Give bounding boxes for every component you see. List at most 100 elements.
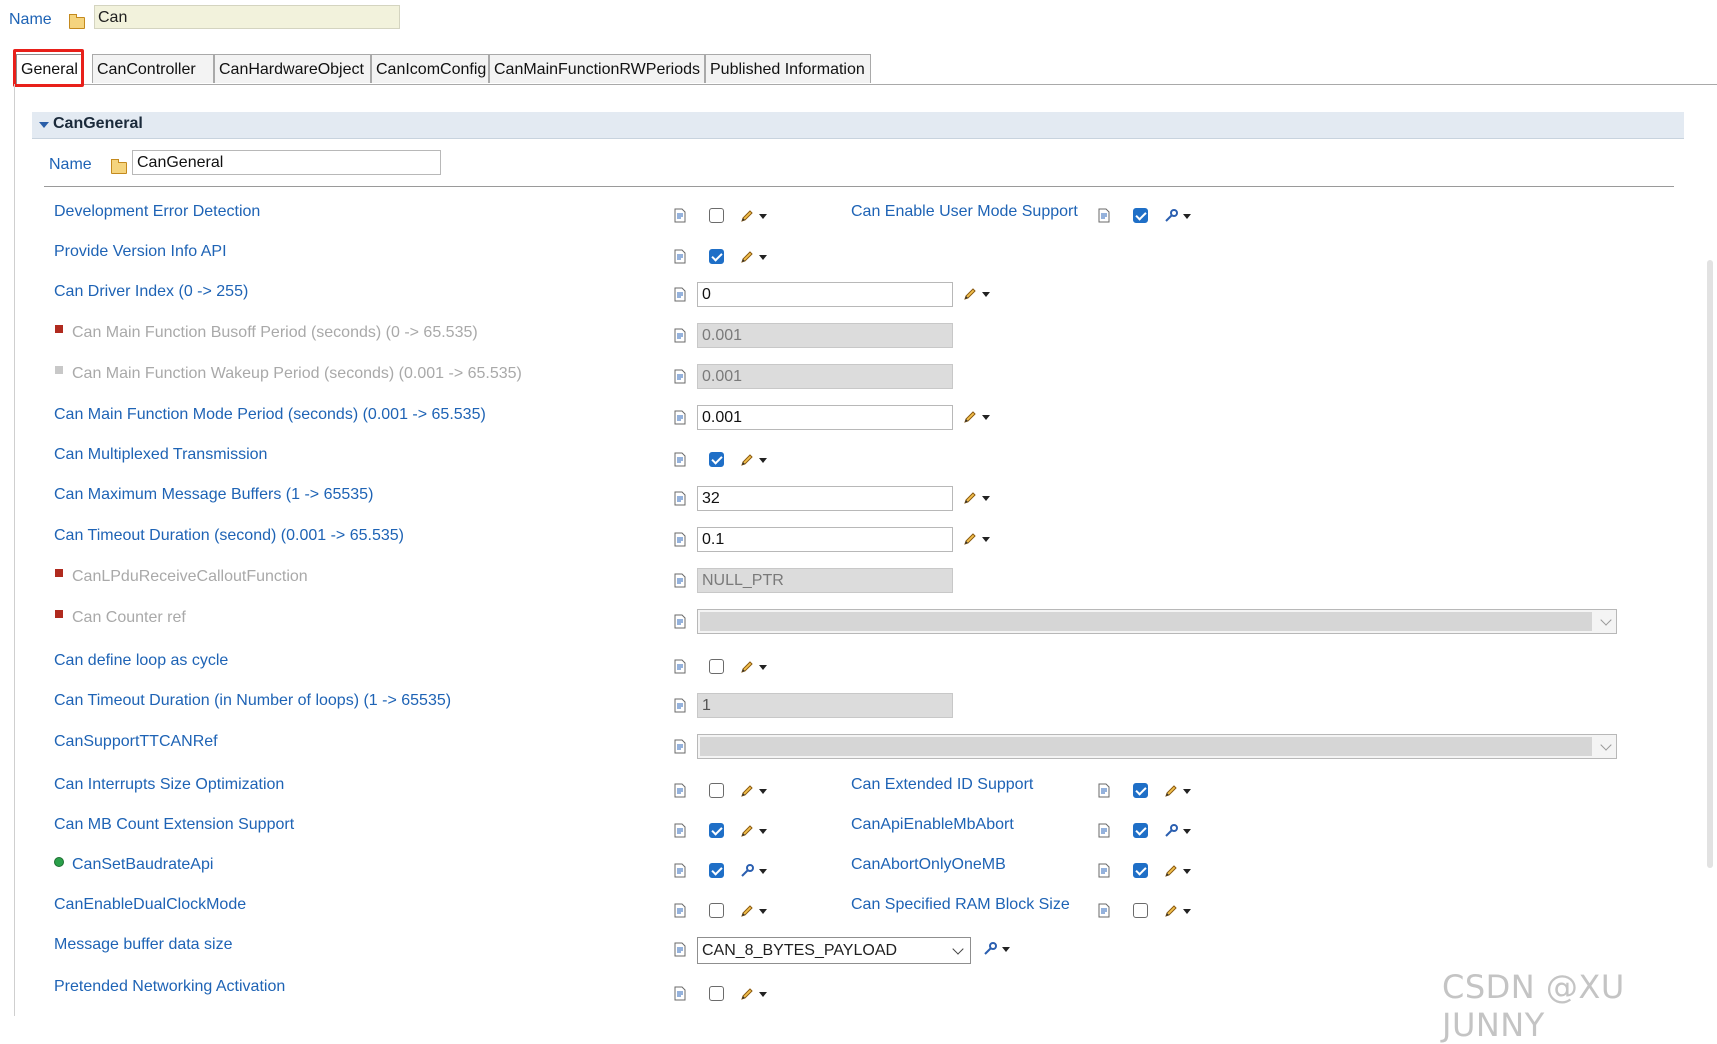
dual-clock-checkbox[interactable] (709, 903, 724, 918)
section-header[interactable] (32, 112, 1684, 139)
driver-index-field[interactable]: 0 (697, 282, 953, 307)
pencil-icon[interactable] (739, 783, 755, 799)
version-info-checkbox[interactable] (709, 249, 724, 264)
top-name-field[interactable]: Can (94, 5, 400, 29)
tab-can-hardware-object[interactable]: CanHardwareObject (214, 54, 371, 83)
dropdown-arrow-icon[interactable] (1183, 829, 1191, 834)
dropdown-arrow-icon[interactable] (1183, 214, 1191, 219)
pencil-icon[interactable] (962, 286, 978, 302)
collapse-triangle-icon[interactable] (39, 122, 49, 128)
pencil-icon[interactable] (739, 986, 755, 1002)
tab-can-controller[interactable]: CanController (92, 54, 214, 83)
tab-published-information[interactable]: Published Information (705, 54, 871, 83)
dropdown-arrow-icon[interactable] (982, 292, 990, 297)
timeout-loops-field[interactable]: 1 (697, 693, 953, 718)
mode-period-field[interactable]: 0.001 (697, 405, 953, 430)
pencil-icon[interactable] (1163, 863, 1179, 879)
document-icon[interactable] (674, 208, 686, 223)
ttcan-ref-combo[interactable] (697, 734, 1617, 759)
document-icon[interactable] (674, 823, 686, 838)
document-icon[interactable] (674, 903, 686, 918)
section-name-field[interactable]: CanGeneral (132, 150, 441, 175)
document-icon[interactable] (674, 614, 686, 629)
document-icon[interactable] (674, 452, 686, 467)
dropdown-arrow-icon[interactable] (759, 255, 767, 260)
dropdown-arrow-icon[interactable] (759, 665, 767, 670)
document-icon[interactable] (674, 532, 686, 547)
max-msg-buffers-field[interactable]: 32 (697, 486, 953, 511)
document-icon[interactable] (674, 659, 686, 674)
pencil-icon[interactable] (962, 490, 978, 506)
configure-icon[interactable] (739, 863, 755, 879)
loop-as-cycle-checkbox[interactable] (709, 659, 724, 674)
dropdown-arrow-icon[interactable] (759, 909, 767, 914)
dropdown-arrow-icon[interactable] (759, 992, 767, 997)
dropdown-arrow-icon[interactable] (759, 829, 767, 834)
pencil-icon[interactable] (1163, 903, 1179, 919)
section-title: CanGeneral (53, 115, 143, 132)
dropdown-arrow-icon[interactable] (1002, 947, 1010, 952)
configure-icon[interactable] (1163, 823, 1179, 839)
vertical-scrollbar[interactable] (1707, 260, 1713, 868)
dropdown-arrow-icon[interactable] (1183, 909, 1191, 914)
document-icon[interactable] (674, 249, 686, 264)
pencil-icon[interactable] (739, 903, 755, 919)
status-ok-icon (54, 857, 64, 867)
document-icon[interactable] (674, 783, 686, 798)
tab-can-icom-config[interactable]: CanIcomConfig (371, 54, 489, 83)
document-icon[interactable] (1098, 863, 1110, 878)
document-icon[interactable] (1098, 783, 1110, 798)
document-icon[interactable] (1098, 903, 1110, 918)
document-icon[interactable] (1098, 823, 1110, 838)
dropdown-arrow-icon[interactable] (982, 496, 990, 501)
configure-icon[interactable] (982, 941, 998, 957)
dev-error-checkbox[interactable] (709, 208, 724, 223)
multiplexed-checkbox[interactable] (709, 452, 724, 467)
dropdown-arrow-icon[interactable] (982, 415, 990, 420)
dropdown-arrow-icon[interactable] (1183, 789, 1191, 794)
extended-id-checkbox[interactable] (1133, 783, 1148, 798)
configure-icon[interactable] (1163, 208, 1179, 224)
enable-user-mode-checkbox[interactable] (1133, 208, 1148, 223)
dropdown-arrow-icon[interactable] (1183, 869, 1191, 874)
top-name-label: Name (9, 11, 52, 28)
dropdown-arrow-icon[interactable] (759, 789, 767, 794)
dropdown-arrow-icon[interactable] (759, 214, 767, 219)
mb-count-ext-checkbox[interactable] (709, 823, 724, 838)
pencil-icon[interactable] (962, 531, 978, 547)
document-icon[interactable] (674, 491, 686, 506)
label-max-msg-buffers: Can Maximum Message Buffers (1 -> 65535) (54, 486, 374, 503)
tab-can-main-function-rw-periods[interactable]: CanMainFunctionRWPeriods (489, 54, 705, 83)
pencil-icon[interactable] (739, 659, 755, 675)
document-icon[interactable] (674, 942, 686, 957)
pencil-icon[interactable] (739, 208, 755, 224)
document-icon[interactable] (674, 410, 686, 425)
document-icon[interactable] (674, 287, 686, 302)
dropdown-arrow-icon[interactable] (982, 537, 990, 542)
document-icon[interactable] (674, 739, 686, 754)
ram-block-checkbox[interactable] (1133, 903, 1148, 918)
pretended-net-checkbox[interactable] (709, 986, 724, 1001)
document-icon[interactable] (1098, 208, 1110, 223)
dropdown-arrow-icon[interactable] (759, 458, 767, 463)
document-icon[interactable] (674, 328, 686, 343)
interrupts-opt-checkbox[interactable] (709, 783, 724, 798)
msg-buffer-size-select[interactable]: CAN_8_BYTES_PAYLOAD (697, 937, 971, 964)
timeout-duration-field[interactable]: 0.1 (697, 527, 953, 552)
counter-ref-combo[interactable] (697, 609, 1617, 634)
abort-one-mb-checkbox[interactable] (1133, 863, 1148, 878)
pencil-icon[interactable] (739, 823, 755, 839)
document-icon[interactable] (674, 573, 686, 588)
document-icon[interactable] (674, 698, 686, 713)
set-baudrate-checkbox[interactable] (709, 863, 724, 878)
document-icon[interactable] (674, 369, 686, 384)
document-icon[interactable] (674, 986, 686, 1001)
pencil-icon[interactable] (962, 409, 978, 425)
document-icon[interactable] (674, 863, 686, 878)
pencil-icon[interactable] (739, 452, 755, 468)
dropdown-arrow-icon[interactable] (759, 869, 767, 874)
api-mb-abort-checkbox[interactable] (1133, 823, 1148, 838)
pencil-icon[interactable] (1163, 783, 1179, 799)
pencil-icon[interactable] (739, 249, 755, 265)
disabled-marker-icon (55, 569, 63, 577)
